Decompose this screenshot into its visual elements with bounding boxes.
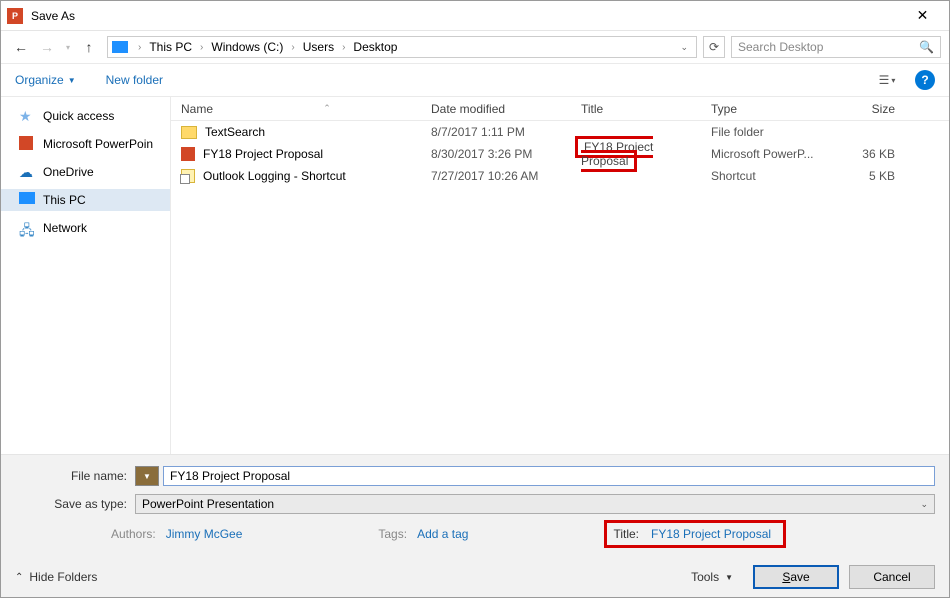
cell-date: 8/30/2017 3:26 PM: [431, 147, 581, 161]
breadcrumb[interactable]: Desktop: [351, 40, 399, 54]
pc-icon: [19, 192, 35, 204]
save-as-type-label: Save as type:: [15, 497, 135, 511]
file-row[interactable]: TextSearch8/7/2017 1:11 PM File folder: [171, 121, 949, 143]
refresh-button[interactable]: ⟳: [703, 36, 725, 58]
chevron-up-icon: ⌃: [15, 572, 23, 583]
column-headers: Name ⌃ Date modified Title Type Size: [171, 97, 949, 121]
powerpoint-icon: [19, 136, 33, 150]
tags-value[interactable]: Add a tag: [413, 525, 472, 543]
window-title: Save As: [31, 9, 75, 23]
cancel-button[interactable]: Cancel: [849, 565, 935, 589]
search-icon: 🔍: [919, 40, 934, 54]
search-input[interactable]: Search Desktop 🔍: [731, 36, 941, 58]
cell-name: TextSearch: [171, 125, 431, 139]
sidebar-item-onedrive[interactable]: ☁ OneDrive: [1, 161, 170, 183]
file-type-icon-dropdown[interactable]: ▼: [135, 466, 159, 486]
cell-size: 36 KB: [831, 147, 901, 161]
column-header-type[interactable]: Type: [711, 102, 831, 116]
close-button[interactable]: ✕: [900, 2, 945, 30]
authors-value[interactable]: Jimmy McGee: [162, 525, 247, 543]
title-bar: Save As ✕: [1, 1, 949, 31]
chevron-right-icon: ›: [336, 42, 351, 53]
chevron-right-icon: ›: [285, 42, 300, 53]
cell-name: FY18 Project Proposal: [171, 147, 431, 161]
file-row[interactable]: Outlook Logging - Shortcut7/27/2017 10:2…: [171, 165, 949, 187]
file-name-input[interactable]: [163, 466, 935, 486]
hide-folders-toggle[interactable]: ⌃ Hide Folders: [15, 570, 97, 584]
folder-icon: [181, 126, 197, 139]
powerpoint-icon: [7, 8, 23, 24]
organize-menu[interactable]: Organize ▼: [15, 73, 76, 87]
column-header-date[interactable]: Date modified: [431, 102, 581, 116]
file-name-label: File name:: [15, 469, 135, 483]
breadcrumb[interactable]: Windows (C:): [209, 40, 285, 54]
column-header-size[interactable]: Size: [831, 102, 901, 116]
sidebar-item-network[interactable]: 🖧 Network: [1, 217, 170, 239]
save-button[interactable]: Save: [753, 565, 839, 589]
cell-type: Microsoft PowerP...: [711, 147, 831, 161]
dialog-footer: ⌃ Hide Folders Tools ▼ Save Cancel: [1, 557, 949, 597]
help-button[interactable]: ?: [915, 70, 935, 90]
rows-container: TextSearch8/7/2017 1:11 PM File folder FY1…: [171, 121, 949, 454]
breadcrumb[interactable]: Users: [301, 40, 336, 54]
title-highlight: Title: FY18 Project Proposal: [604, 520, 786, 548]
cloud-icon: ☁: [19, 164, 35, 180]
chevron-down-icon: ▼: [725, 573, 733, 582]
chevron-down-icon: ⌄: [920, 499, 928, 510]
cell-date: 7/27/2017 10:26 AM: [431, 169, 581, 183]
cell-type: Shortcut: [711, 169, 831, 183]
save-as-type-dropdown[interactable]: PowerPoint Presentation ⌄: [135, 494, 935, 514]
chevron-right-icon: ›: [132, 42, 147, 53]
cell-name: Outlook Logging - Shortcut: [171, 169, 431, 183]
new-folder-button[interactable]: New folder: [106, 73, 163, 87]
sidebar-item-this-pc[interactable]: This PC: [1, 189, 170, 211]
column-header-title[interactable]: Title: [581, 102, 711, 116]
cell-size: 5 KB: [831, 169, 901, 183]
shortcut-icon: [181, 169, 195, 183]
breadcrumb[interactable]: This PC: [147, 40, 194, 54]
sidebar-item-powerpoint[interactable]: Microsoft PowerPoin: [1, 133, 170, 155]
tags-label: Tags:: [378, 527, 407, 541]
address-bar[interactable]: › This PC › Windows (C:) › Users › Deskt…: [107, 36, 697, 58]
view-options-button[interactable]: ☰▾: [873, 69, 901, 91]
back-button[interactable]: ←: [9, 35, 33, 59]
up-button[interactable]: ↑: [77, 35, 101, 59]
sidebar-item-quick-access[interactable]: ★ Quick access: [1, 105, 170, 127]
star-icon: ★: [19, 108, 35, 124]
save-as-dialog: Save As ✕ ← → ▾ ↑ › This PC › Windows (C…: [0, 0, 950, 598]
chevron-right-icon: ›: [194, 42, 209, 53]
cell-type: File folder: [711, 125, 831, 139]
sort-indicator-icon: ⌃: [223, 103, 431, 114]
cell-date: 8/7/2017 1:11 PM: [431, 125, 581, 139]
network-icon: 🖧: [19, 220, 35, 236]
forward-button[interactable]: →: [35, 35, 59, 59]
title-value[interactable]: FY18 Project Proposal: [647, 525, 775, 543]
save-form: File name: ▼ Save as type: PowerPoint Pr…: [1, 455, 949, 557]
powerpoint-file-icon: [181, 147, 195, 161]
toolbar: Organize ▼ New folder ☰▾ ?: [1, 63, 949, 97]
title-label: Title:: [613, 527, 639, 541]
column-header-name[interactable]: Name ⌃: [171, 102, 431, 116]
main-area: ★ Quick access Microsoft PowerPoin ☁ One…: [1, 97, 949, 455]
search-placeholder: Search Desktop: [738, 40, 823, 54]
file-list: Name ⌃ Date modified Title Type Size Tex…: [171, 97, 949, 454]
pc-icon: [112, 41, 128, 53]
recent-locations-dropdown[interactable]: ▾: [61, 43, 75, 52]
address-history-dropdown[interactable]: ⌄: [674, 42, 694, 53]
tools-menu[interactable]: Tools ▼: [691, 570, 733, 584]
title-highlight: FY18 Project Proposal: [575, 136, 653, 172]
navigation-bar: ← → ▾ ↑ › This PC › Windows (C:) › Users…: [1, 31, 949, 63]
sidebar: ★ Quick access Microsoft PowerPoin ☁ One…: [1, 97, 171, 454]
authors-label: Authors:: [111, 527, 156, 541]
chevron-down-icon: ▼: [68, 76, 76, 85]
file-row[interactable]: FY18 Project Proposal8/30/2017 3:26 PMFY…: [171, 143, 949, 165]
